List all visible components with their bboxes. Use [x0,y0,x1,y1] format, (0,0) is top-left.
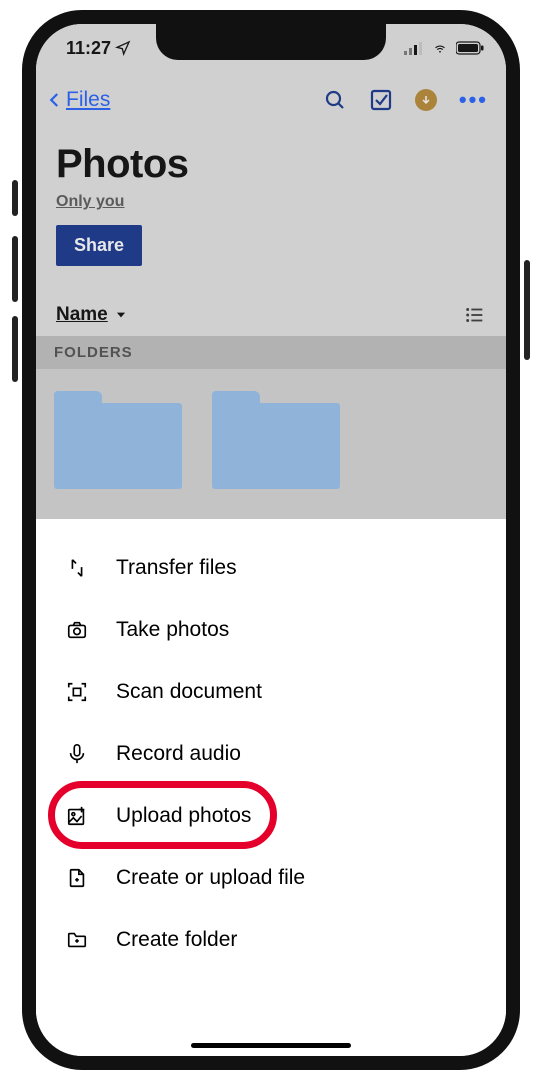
menu-create-file[interactable]: Create or upload file [36,847,506,909]
action-sheet: Transfer files Take photos Scan document… [36,519,506,1056]
nav-bar: Files ••• [36,72,506,128]
share-button[interactable]: Share [56,225,142,266]
sort-button[interactable]: Name [56,304,128,326]
menu-take-photos[interactable]: Take photos [36,599,506,661]
list-view-icon[interactable] [464,304,486,326]
sort-label: Name [56,304,108,326]
folder-item[interactable] [54,391,182,489]
chevron-down-icon [114,308,128,322]
back-button[interactable]: Files [46,88,110,112]
folder-item[interactable] [212,391,340,489]
menu-label: Create or upload file [116,866,305,890]
search-icon[interactable] [323,88,347,112]
folder-plus-icon [64,927,90,953]
upload-photo-icon [64,803,90,829]
section-folders: FOLDERS [36,336,506,369]
background-content: 11:27 Files [36,24,506,519]
battery-icon [456,41,484,55]
phone-frame: 11:27 Files [22,10,520,1070]
microphone-icon [64,741,90,767]
scan-icon [64,679,90,705]
menu-label: Scan document [116,680,262,704]
notification-badge[interactable] [415,89,437,111]
menu-scan-document[interactable]: Scan document [36,661,506,723]
menu-transfer-files[interactable]: Transfer files [36,537,506,599]
transfer-icon [64,555,90,581]
menu-label: Take photos [116,618,229,642]
visibility-label[interactable]: Only you [56,193,486,211]
home-indicator [191,1043,351,1048]
cellular-icon [404,41,424,55]
wifi-icon [430,41,450,55]
select-icon[interactable] [369,88,393,112]
camera-icon [64,617,90,643]
status-time: 11:27 [66,38,111,59]
notch [156,24,386,60]
menu-label: Upload photos [116,804,251,828]
menu-label: Create folder [116,928,237,952]
more-icon[interactable]: ••• [459,87,488,113]
back-label: Files [66,88,110,112]
arrow-down-icon [420,94,432,106]
file-plus-icon [64,865,90,891]
menu-label: Transfer files [116,556,237,580]
page-title: Photos [56,142,486,187]
menu-create-folder[interactable]: Create folder [36,909,506,971]
menu-upload-photos[interactable]: Upload photos [36,785,506,847]
location-icon [115,40,131,56]
menu-label: Record audio [116,742,241,766]
menu-record-audio[interactable]: Record audio [36,723,506,785]
folder-grid [36,369,506,519]
chevron-left-icon [46,88,64,112]
